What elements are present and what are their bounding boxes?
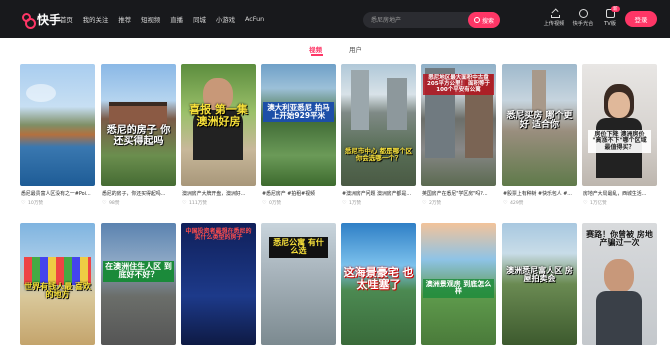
video-thumbnail[interactable]: 赛路！你曾被 房地产骗过一次 (582, 223, 657, 345)
result-tabs: 视频 用户 (0, 42, 670, 56)
video-caption[interactable]: 房地产大局最乱，西城生活... (583, 190, 658, 197)
kuaishou-logo-icon (22, 12, 36, 29)
upload-label: 上传视频 (543, 21, 565, 27)
thumbnail-overlay-text: 世界有钱人最 喜欢的地方 (24, 282, 91, 300)
heart-icon: ♡ (262, 199, 267, 206)
video-thumbnail[interactable]: 世界有钱人最 喜欢的地方 (20, 223, 95, 345)
search-button[interactable]: 搜索 (468, 12, 500, 28)
nav-home[interactable]: 首页 (60, 15, 73, 24)
search-bar: 搜索 (363, 12, 500, 28)
app-name: 快手 (37, 12, 62, 27)
video-thumbnail[interactable]: 悉尼的房子 你还买得起吗 (101, 64, 176, 186)
active-tab-indicator (311, 54, 323, 56)
video-thumbnail[interactable]: 中国投资者最想在悉尼的 买什么类型的房子 (181, 223, 256, 345)
video-thumbnail[interactable]: 悉尼公寓 有什么选 (261, 223, 336, 345)
thumbnail-overlay-text: 中国投资者最想在悉尼的 买什么类型的房子 (185, 228, 252, 242)
video-thumbnail[interactable]: 悉尼买房 哪个更好 适合你 (502, 64, 577, 186)
video-caption[interactable]: 悉尼最贵富人区没有之一#Poi... (21, 190, 96, 197)
video-caption[interactable]: 澳洲房产大牌开盘，澳洲好... (182, 190, 257, 197)
video-thumbnail[interactable]: 澳洲悉尼富人区 房屋拍卖会 (502, 223, 577, 345)
video-thumbnail[interactable]: 悉尼市中心 都是哪个区 你会选哪一个？ (341, 64, 416, 186)
heart-icon: ♡ (182, 199, 187, 206)
thumbnail-overlay-text: 悉尼公寓 有什么选 (269, 237, 328, 258)
thumbnail-overlay-text: 喜报 第一集 澳洲好房 (189, 103, 248, 128)
thumbnail-overlay-text: 澳洲景观房 到底怎么样 (423, 279, 494, 298)
thumbnail-overlay-text: 悉尼买房 哪个更好 适合你 (506, 111, 573, 131)
tv-icon: 新 (605, 6, 620, 18)
heart-icon: ♡ (583, 199, 588, 206)
nav-acfun[interactable]: AcFun (245, 15, 264, 24)
upload-icon (550, 9, 560, 18)
thumbnail-overlay-text: 澳大利亚悉尼 拍马上开始929平米 (263, 102, 334, 122)
like-count: ♡ 98赞 (102, 199, 120, 206)
nav-short-video[interactable]: 短视频 (141, 15, 160, 24)
main-nav: 首页 我的关注 推荐 短视频 直播 同城 小游戏 AcFun (60, 15, 274, 24)
thumbnail-overlay-text: 在澳洲住生人区 到底好不好？ (103, 261, 174, 282)
search-button-label: 搜索 (481, 17, 494, 25)
search-icon (473, 17, 480, 23)
tab-user[interactable]: 用户 (349, 44, 362, 54)
app-logo[interactable]: 快手 (22, 11, 62, 29)
heart-icon: ♡ (21, 199, 26, 206)
thumbnail-overlay-text: 房价下降 澳洲房价 "高涨不下"哪个区域最值得买？ (588, 130, 651, 153)
thumbnail-overlay-text: 赛路！你曾被 房地产骗过一次 (586, 230, 653, 248)
thumbnail-overlay-text: 这海景豪宅 也太哇塞了 (343, 266, 414, 291)
tv-version-button[interactable]: 新 TV版 (594, 6, 626, 27)
video-thumbnail[interactable]: 澳洲景观房 到底怎么样 (421, 223, 496, 345)
heart-icon: ♡ (102, 199, 107, 206)
video-thumbnail[interactable]: 澳大利亚悉尼 拍马上开始929平米 (261, 64, 336, 186)
like-count: ♡ 2万赞 (422, 199, 442, 206)
upload-video-button[interactable]: 上传视频 (538, 9, 570, 27)
nav-following[interactable]: 我的关注 (83, 15, 109, 24)
creator-label: 快手光合 (572, 21, 594, 27)
creator-icon (578, 9, 588, 18)
nav-live[interactable]: 直播 (170, 15, 183, 24)
nav-mini-games[interactable]: 小游戏 (216, 15, 235, 24)
thumbnail-overlay-text: 悉尼地区最大面积中古盘 205平方公里！ 面积等于100个平安有公寓 (423, 74, 494, 96)
video-thumbnail[interactable]: 悉尼地区最大面积中古盘 205平方公里！ 面积等于100个平安有公寓 (421, 64, 496, 186)
heart-icon: ♡ (342, 199, 347, 206)
nav-recommend[interactable]: 推荐 (118, 15, 131, 24)
video-caption[interactable]: #悉尼房产 #拍租#视频 (262, 190, 337, 197)
video-thumbnail[interactable]: 这海景豪宅 也太哇塞了 (341, 223, 416, 345)
search-input[interactable] (371, 15, 466, 25)
video-caption[interactable]: 悉尼的房子，你还买得起吗... (102, 190, 177, 197)
heart-icon: ♡ (503, 199, 508, 206)
video-caption[interactable]: 英国房产在悉尼"学区房"吗?... (422, 190, 497, 197)
video-caption[interactable]: #股票上有种树 #快乐包人 #... (503, 190, 578, 197)
tv-new-badge: 新 (611, 6, 620, 12)
tv-label: TV版 (604, 21, 616, 27)
video-caption[interactable]: #澳洲房产问题 澳洲房产都是... (342, 190, 417, 197)
heart-icon: ♡ (422, 199, 427, 206)
nav-local[interactable]: 同城 (193, 15, 206, 24)
video-thumbnail[interactable]: 在澳洲住生人区 到底好不好？ (101, 223, 176, 345)
video-thumbnail[interactable] (20, 64, 95, 186)
like-count: ♡ 1万亿赞 (583, 199, 607, 206)
thumbnail-overlay-text: 悉尼市中心 都是哪个区 你会选哪一个？ (344, 147, 413, 162)
like-count: ♡ 10万赞 (21, 199, 44, 206)
video-thumbnail[interactable]: 房价下降 澳洲房价 "高涨不下"哪个区域最值得买？ (582, 64, 657, 186)
top-bar: 快手 首页 我的关注 推荐 短视频 直播 同城 小游戏 AcFun 搜索 上传视… (0, 0, 670, 38)
like-count: ♡ 429赞 (503, 199, 524, 206)
like-count: ♡ 111万赞 (182, 199, 207, 206)
like-count: ♡ 1万赞 (342, 199, 362, 206)
like-count: ♡ 0万赞 (262, 199, 282, 206)
thumbnail-overlay-text: 悉尼的房子 你还买得起吗 (106, 125, 171, 147)
video-thumbnail[interactable]: 喜报 第一集 澳洲好房 (181, 64, 256, 186)
thumbnail-overlay-text: 澳洲悉尼富人区 房屋拍卖会 (506, 266, 573, 284)
login-button[interactable]: 登录 (625, 11, 657, 27)
tab-video[interactable]: 视频 (309, 44, 322, 54)
